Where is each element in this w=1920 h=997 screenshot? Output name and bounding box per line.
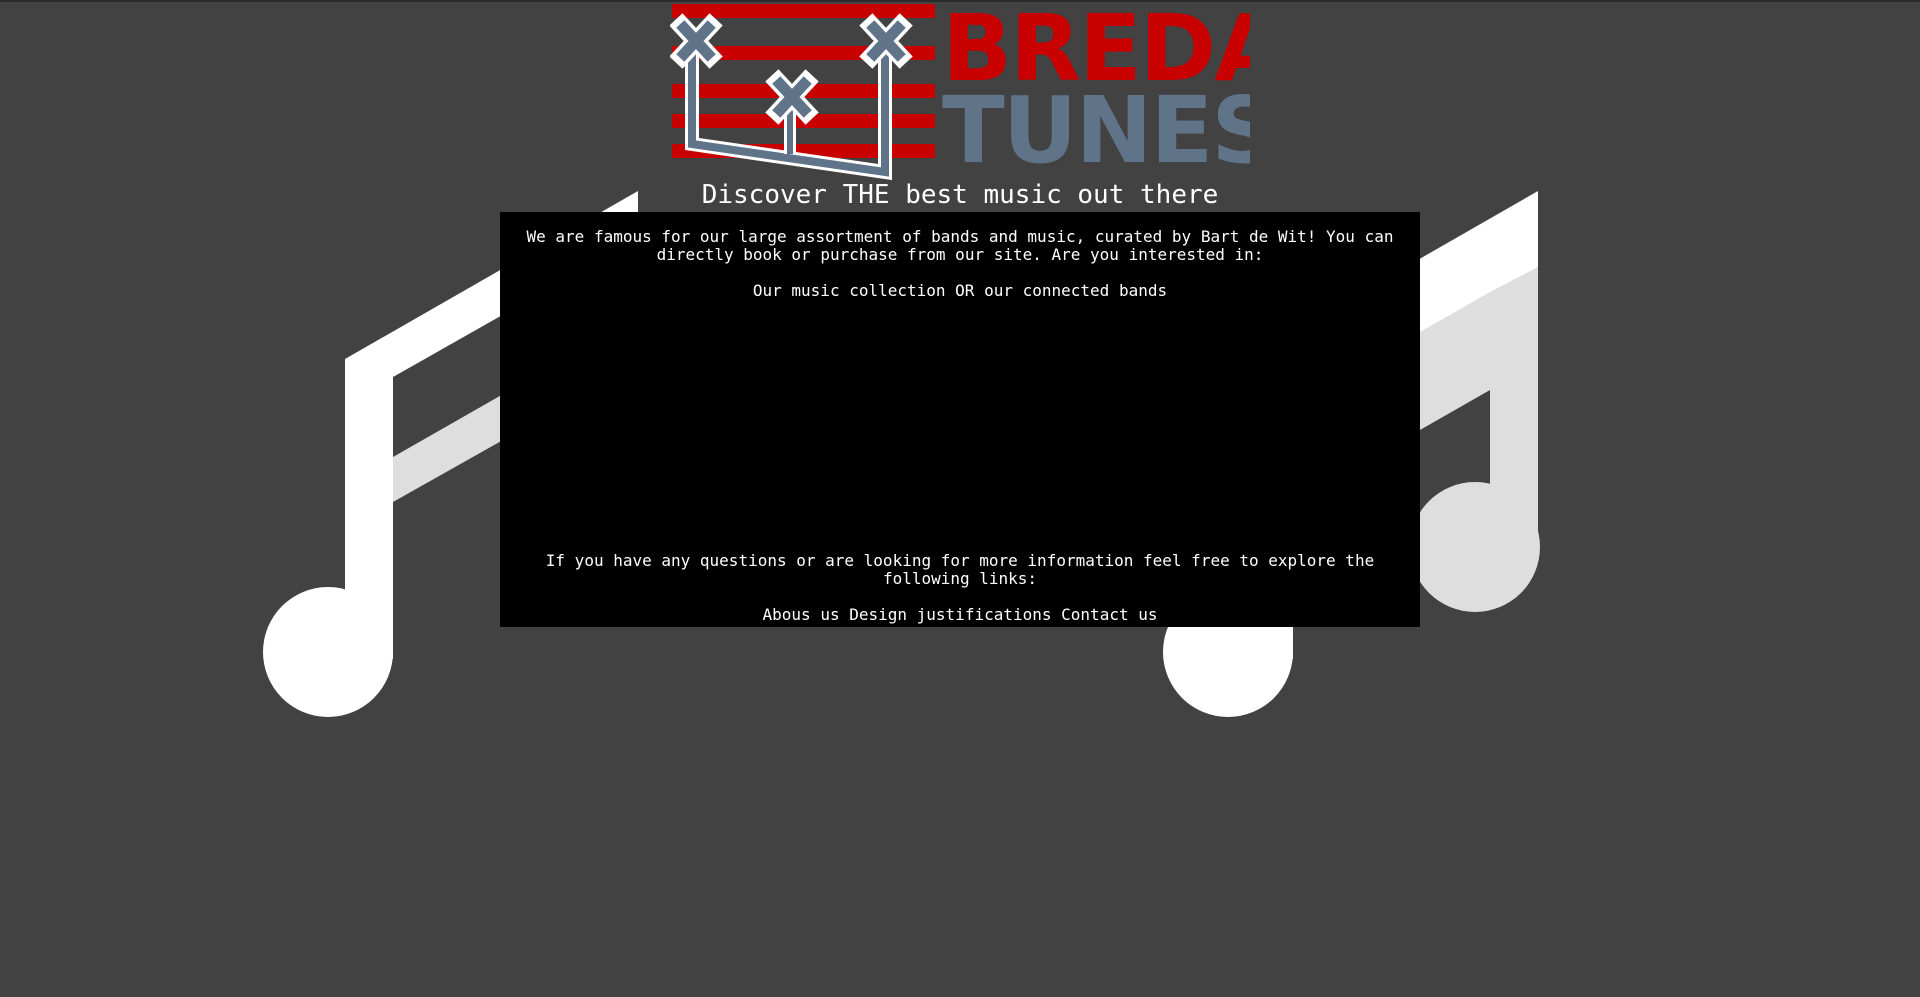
music-collection-link[interactable]: Our music collection (753, 281, 946, 300)
page: BREDA TUNES Discover THE best music out … (0, 0, 1920, 997)
intro-text: We are famous for our large assortment o… (526, 227, 1394, 264)
footer-links: Abous us Design justifications Contact u… (524, 606, 1396, 624)
breda-tunes-logo: BREDA TUNES (670, 4, 1250, 182)
content-box: We are famous for our large assortment o… (500, 212, 1420, 627)
tagline: Discover THE best music out there (701, 180, 1219, 210)
connected-bands-link[interactable]: our connected bands (984, 281, 1167, 300)
links-intro-text: If you have any questions or are looking… (545, 551, 1375, 588)
choices-separator: OR (955, 281, 975, 300)
design-justifications-link[interactable]: Design justifications (849, 605, 1051, 624)
choices-line: Our music collection OR our connected ba… (524, 282, 1396, 300)
contact-us-link[interactable]: Contact us (1061, 605, 1157, 624)
about-us-link[interactable]: Abous us (763, 605, 840, 624)
logo-word-bottom: TUNES (942, 77, 1250, 182)
